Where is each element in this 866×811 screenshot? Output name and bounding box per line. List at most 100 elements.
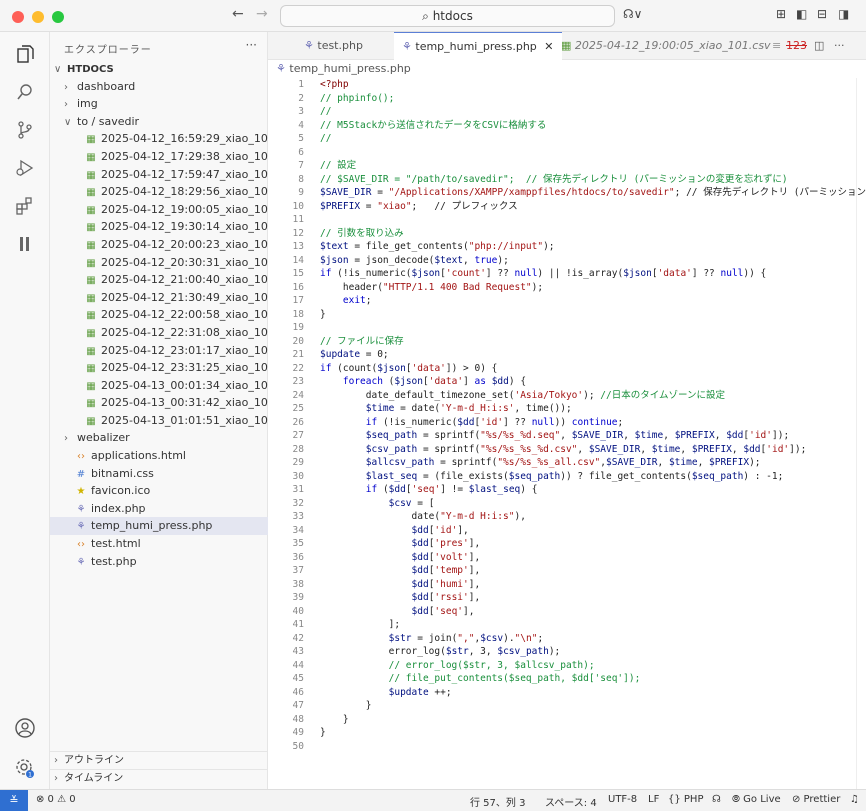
file-item[interactable]: ▦ 2025-04-13_01:01:51_xiao_101.csv [50,412,268,430]
code-line[interactable]: $csv = [ [320,497,866,511]
problems-indicator[interactable]: ⊗ 0 ⚠ 0 [36,794,76,805]
folder-item[interactable]: › dashboard [50,78,268,96]
outline-section[interactable]: › アウトライン [50,751,268,769]
code-line[interactable]: $dd['humi'], [320,578,866,592]
file-item[interactable]: ▦ 2025-04-12_17:59:47_xiao_101.csv [50,166,268,184]
code-lines[interactable]: <?php// phpinfo();//// M5Stackから送信されたデータ… [320,78,866,753]
copilot-menu-icon[interactable]: ☊∨ [623,7,642,21]
tab-test-php[interactable]: ⚘ test.php [296,32,371,60]
search-view-icon[interactable] [13,80,37,104]
line-count-badge[interactable]: 123 [782,32,811,60]
back-arrow-icon[interactable]: ← [232,6,244,22]
copilot-status-icon[interactable]: ☊ [712,794,721,805]
folder-item[interactable]: ∨ HTDOCS [50,60,268,78]
code-line[interactable]: $dd['id'], [320,524,866,538]
file-item[interactable]: ▦ 2025-04-12_21:00:40_xiao_101.csv [50,271,268,289]
explorer-icon[interactable] [13,42,37,66]
code-line[interactable]: } [320,726,866,740]
notifications-bell-icon[interactable]: ♫ [850,794,859,805]
code-line[interactable]: header("HTTP/1.1 400 Bad Request"); [320,281,866,295]
code-line[interactable]: // [320,105,866,119]
code-line[interactable]: $seq_path = sprintf("%s/%s_%d.seq", $SAV… [320,429,866,443]
code-line[interactable]: foreach ($json['data'] as $dd) { [320,375,866,389]
timeline-section[interactable]: › タイムライン [50,769,268,787]
maximize-window-button[interactable] [52,11,64,23]
prettier-status[interactable]: ⊘ Prettier [792,794,840,805]
code-line[interactable]: // file_put_contents($seq_path, $dd['seq… [320,672,866,686]
code-line[interactable] [320,213,866,227]
file-item[interactable]: ⚘ index.php [50,500,268,518]
code-line[interactable]: // 引数を取り込み [320,227,866,241]
code-line[interactable]: // $SAVE_DIR = "/path/to/savedir"; // 保存… [320,173,866,187]
file-item[interactable]: ‹› applications.html [50,447,268,465]
code-line[interactable]: error_log($str, 3, $csv_path); [320,645,866,659]
file-item[interactable]: ▦ 2025-04-12_17:29:38_xiao_101.csv [50,148,268,166]
code-line[interactable]: // M5Stackから送信されたデータをCSVに格納する [320,119,866,133]
code-line[interactable]: // 設定 [320,159,866,173]
file-item[interactable]: ▦ 2025-04-12_20:30:31_xiao_101.csv [50,254,268,272]
toggle-sidebar-icon[interactable]: ◧ [796,7,807,21]
code-line[interactable]: if (!is_numeric($json['count'] ?? null) … [320,267,866,281]
file-item[interactable]: ★ favicon.ico [50,482,268,500]
file-item[interactable]: ▦ 2025-04-12_19:00:05_xiao_101.csv [50,201,268,219]
folder-item[interactable]: › img [50,95,268,113]
code-line[interactable]: date_default_timezone_set('Asia/Tokyo');… [320,389,866,403]
code-line[interactable]: $update ++; [320,686,866,700]
code-line[interactable]: if (count($json['data']) > 0) { [320,362,866,376]
breadcrumb[interactable]: ⚘ temp_humi_press.php [276,62,411,75]
source-control-icon[interactable] [13,118,37,142]
file-item[interactable]: ▦ 2025-04-12_16:59:29_xiao_101.csv [50,130,268,148]
file-item[interactable]: ▦ 2025-04-12_21:30:49_xiao_101.csv [50,289,268,307]
code-line[interactable]: $last_seq = (file_exists($seq_path)) ? f… [320,470,866,484]
code-line[interactable]: // ファイルに保存 [320,335,866,349]
toggle-secondary-sidebar-icon[interactable]: ◨ [838,7,849,21]
extensions-icon[interactable] [13,194,37,218]
code-line[interactable]: $update = 0; [320,348,866,362]
go-live-button[interactable]: ⦾ Go Live [732,794,781,805]
run-debug-icon[interactable] [13,156,37,180]
code-line[interactable]: } [320,308,866,322]
file-item[interactable]: ▦ 2025-04-12_23:31:25_xiao_101.csv [50,359,268,377]
file-item[interactable]: ▦ 2025-04-12_22:00:58_xiao_101.csv [50,306,268,324]
code-line[interactable] [320,321,866,335]
folder-item[interactable]: ∨ to / savedir [50,113,268,131]
code-line[interactable]: // [320,132,866,146]
file-item[interactable]: ⚘ temp_humi_press.php [50,517,268,536]
file-item[interactable]: ▦ 2025-04-12_18:29:56_xiao_101.csv [50,183,268,201]
customize-layout-icon[interactable]: ⊞ [776,7,786,21]
code-line[interactable]: $dd['volt'], [320,551,866,565]
code-line[interactable]: // phpinfo(); [320,92,866,106]
file-item[interactable]: # bitnami.css [50,465,268,483]
cursor-position[interactable]: 行 57、列 3 [470,794,525,809]
folder-item[interactable]: › webalizer [50,429,268,447]
language-mode[interactable]: {} PHP [668,794,703,805]
code-line[interactable]: if (!is_numeric($dd['id'] ?? null)) cont… [320,416,866,430]
code-line[interactable]: if ($dd['seq'] != $last_seq) { [320,483,866,497]
file-item[interactable]: ▦ 2025-04-12_19:30:14_xiao_101.csv [50,218,268,236]
code-line[interactable]: $dd['rssi'], [320,591,866,605]
toggle-panel-icon[interactable]: ⊟ [817,7,827,21]
code-line[interactable]: $time = date('Y-m-d_H:i:s', time()); [320,402,866,416]
code-line[interactable]: $PREFIX = "xiao"; // プレフィックス [320,200,866,214]
account-icon[interactable] [13,716,37,740]
code-line[interactable]: $json = json_decode($text, true); [320,254,866,268]
code-line[interactable]: $str = join(",",$csv)."\n"; [320,632,866,646]
code-line[interactable]: $csv_path = sprintf("%s/%s_%s_%d.csv", $… [320,443,866,457]
code-line[interactable]: $SAVE_DIR = "/Applications/XAMPP/xamppfi… [320,186,866,200]
manage-gear-icon[interactable]: 1 [13,756,37,780]
tab-temp-humi-press-php[interactable]: ⚘ temp_humi_press.php ✕ [394,32,562,60]
code-line[interactable] [320,146,866,160]
file-item[interactable]: ▦ 2025-04-13_00:01:34_xiao_101.csv [50,377,268,395]
close-window-button[interactable] [12,11,24,23]
command-center-search[interactable]: ⌕ htdocs [280,5,615,27]
forward-arrow-icon[interactable]: → [256,6,268,22]
file-item[interactable]: ▦ 2025-04-13_00:31:42_xiao_101.csv [50,394,268,412]
explorer-more-icon[interactable]: ··· [246,38,257,52]
code-line[interactable]: } [320,713,866,727]
indentation-setting[interactable]: スペース: 4 [545,794,597,809]
editor-scrollbar[interactable] [856,78,866,789]
code-line[interactable]: exit; [320,294,866,308]
code-line[interactable]: $text = file_get_contents("php://input")… [320,240,866,254]
file-item[interactable]: ▦ 2025-04-12_20:00:23_xiao_101.csv [50,236,268,254]
encoding-setting[interactable]: UTF-8 [608,794,637,805]
